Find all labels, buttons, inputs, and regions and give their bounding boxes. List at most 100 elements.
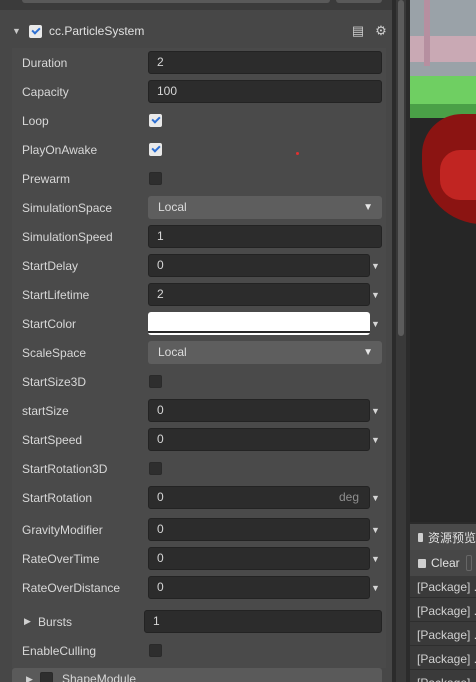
start-lifetime-input[interactable]: 2	[148, 283, 370, 306]
scale-space-selected-value: Local	[158, 345, 187, 359]
scene-pink-pillar	[424, 0, 430, 66]
simulation-speed-input[interactable]: 1	[148, 225, 382, 248]
start-speed-input[interactable]: 0	[148, 428, 370, 451]
collapse-arrow-icon[interactable]: ▼	[12, 26, 21, 36]
folder-icon	[418, 532, 423, 542]
play-on-awake-checkbox[interactable]	[149, 143, 162, 156]
bursts-input[interactable]: 1	[144, 610, 382, 633]
component-header[interactable]: ▼ cc.ParticleSystem ▤ ⚙	[0, 18, 392, 44]
prop-row-prewarm: Prewarm	[12, 164, 386, 193]
prop-label: Duration	[22, 56, 68, 70]
start-size3d-checkbox[interactable]	[149, 375, 162, 388]
prop-row-rate-over-distance: RateOverDistance 0 ▼	[12, 573, 386, 602]
start-delay-input[interactable]: 0	[148, 254, 370, 277]
curve-mode-dropdown-icon[interactable]: ▼	[371, 435, 380, 445]
simulation-space-select[interactable]: Local ▼	[148, 196, 382, 219]
scale-space-select[interactable]: Local ▼	[148, 341, 382, 364]
start-rotation3d-checkbox[interactable]	[149, 462, 162, 475]
prop-label: PlayOnAwake	[22, 143, 98, 157]
start-lifetime-value: 2	[157, 287, 164, 301]
asset-preview-tab[interactable]: 资源预览	[410, 524, 476, 550]
prop-label: RateOverTime	[22, 552, 100, 566]
scene-preview[interactable]	[410, 0, 476, 522]
prop-row-start-speed: StartSpeed 0 ▼	[12, 425, 386, 454]
curve-mode-dropdown-icon[interactable]: ▼	[371, 493, 380, 503]
inspector-top-strip	[0, 0, 392, 10]
prewarm-checkbox[interactable]	[149, 172, 162, 185]
chevron-down-icon: ▼	[363, 202, 373, 213]
prop-row-rate-over-time: RateOverTime 0 ▼	[12, 544, 386, 573]
start-size-input[interactable]: 0	[148, 399, 370, 422]
log-entry[interactable]: [Package] ...	[410, 672, 476, 682]
rate-over-time-input[interactable]: 0	[148, 547, 370, 570]
enable-culling-checkbox[interactable]	[149, 644, 162, 657]
color-mode-dropdown-icon[interactable]: ▼	[371, 319, 380, 329]
rate-over-distance-value: 0	[157, 580, 164, 594]
prop-label: RateOverDistance	[22, 581, 121, 595]
start-rotation-input[interactable]: 0 deg	[148, 486, 370, 509]
rate-over-time-value: 0	[157, 551, 164, 565]
prop-label: StartLifetime	[22, 288, 90, 302]
prop-row-scale-space: ScaleSpace Local ▼	[12, 338, 386, 367]
prop-label: StartColor	[22, 317, 77, 331]
start-color-swatch[interactable]	[148, 312, 370, 335]
prop-label: Capacity	[22, 85, 69, 99]
expand-arrow-icon[interactable]: ▶	[26, 674, 33, 682]
shape-module-header[interactable]: ▶ ShapeModule	[12, 668, 382, 682]
log-entry[interactable]: [Package] ...	[410, 624, 476, 646]
start-speed-value: 0	[157, 432, 164, 446]
book-icon[interactable]: ▤	[351, 24, 365, 38]
clear-button[interactable]: Clear	[418, 556, 460, 570]
curve-mode-dropdown-icon[interactable]: ▼	[371, 406, 380, 416]
gear-icon[interactable]: ⚙	[374, 24, 388, 38]
prop-label: StartRotation3D	[22, 462, 108, 476]
scene-red-car-highlight	[440, 150, 476, 200]
asset-preview-tab-label: 资源预览	[427, 530, 476, 545]
curve-mode-dropdown-icon[interactable]: ▼	[371, 583, 380, 593]
prop-row-start-rotation3d: StartRotation3D	[12, 454, 386, 483]
duration-input[interactable]: 2	[148, 51, 382, 74]
curve-mode-dropdown-icon[interactable]: ▼	[371, 525, 380, 535]
rate-over-distance-input[interactable]: 0	[148, 576, 370, 599]
curve-mode-dropdown-icon[interactable]: ▼	[371, 261, 380, 271]
prop-label: SimulationSpeed	[22, 230, 113, 244]
component-enabled-checkbox[interactable]	[29, 24, 42, 38]
prop-row-start-size3d: StartSize3D	[12, 367, 386, 396]
prop-label: Prewarm	[22, 172, 71, 186]
prop-label: Bursts	[38, 615, 73, 629]
filter-input-edge[interactable]	[465, 555, 472, 571]
inspector-panel: ▼ cc.ParticleSystem ▤ ⚙ Duration 2 Capacit…	[0, 0, 392, 682]
top-button-edge	[336, 0, 382, 3]
curve-mode-dropdown-icon[interactable]: ▼	[371, 290, 380, 300]
start-delay-value: 0	[157, 258, 164, 272]
console-toolbar: Clear	[410, 550, 476, 576]
log-entry[interactable]: [Package] ...	[410, 648, 476, 670]
prop-row-start-delay: StartDelay 0 ▼	[12, 251, 386, 280]
prop-row-simulation-space: SimulationSpace Local ▼	[12, 193, 386, 222]
gravity-modifier-value: 0	[157, 522, 164, 536]
red-dot-marker	[296, 152, 299, 155]
capacity-input[interactable]: 100	[148, 80, 382, 103]
prop-row-play-on-awake: PlayOnAwake	[12, 135, 386, 164]
scrollbar-thumb[interactable]	[398, 0, 404, 336]
alpha-bar	[148, 331, 370, 333]
prop-row-capacity: Capacity 100	[12, 77, 386, 106]
scene-pink-structure	[410, 36, 476, 62]
prop-row-start-rotation: StartRotation 0 deg ▼	[12, 483, 386, 512]
gravity-modifier-input[interactable]: 0	[148, 518, 370, 541]
inspector-scrollbar[interactable]	[396, 0, 406, 682]
curve-mode-dropdown-icon[interactable]: ▼	[371, 554, 380, 564]
shape-module-checkbox[interactable]	[40, 672, 53, 682]
prop-row-start-color: StartColor ▼	[12, 309, 386, 338]
log-entry[interactable]: [Package] ...	[410, 576, 476, 598]
scene-green-ground	[410, 76, 476, 106]
prop-label: StartSize3D	[22, 375, 87, 389]
shape-module-label: ShapeModule	[62, 672, 137, 682]
log-entry[interactable]: [Package] ...	[410, 600, 476, 622]
expand-arrow-icon[interactable]: ▶	[24, 616, 31, 627]
prop-label: StartRotation	[22, 491, 93, 505]
loop-checkbox[interactable]	[149, 114, 162, 127]
top-field-edge	[22, 0, 330, 3]
trash-icon	[418, 558, 426, 568]
clear-button-label: Clear	[431, 556, 460, 570]
